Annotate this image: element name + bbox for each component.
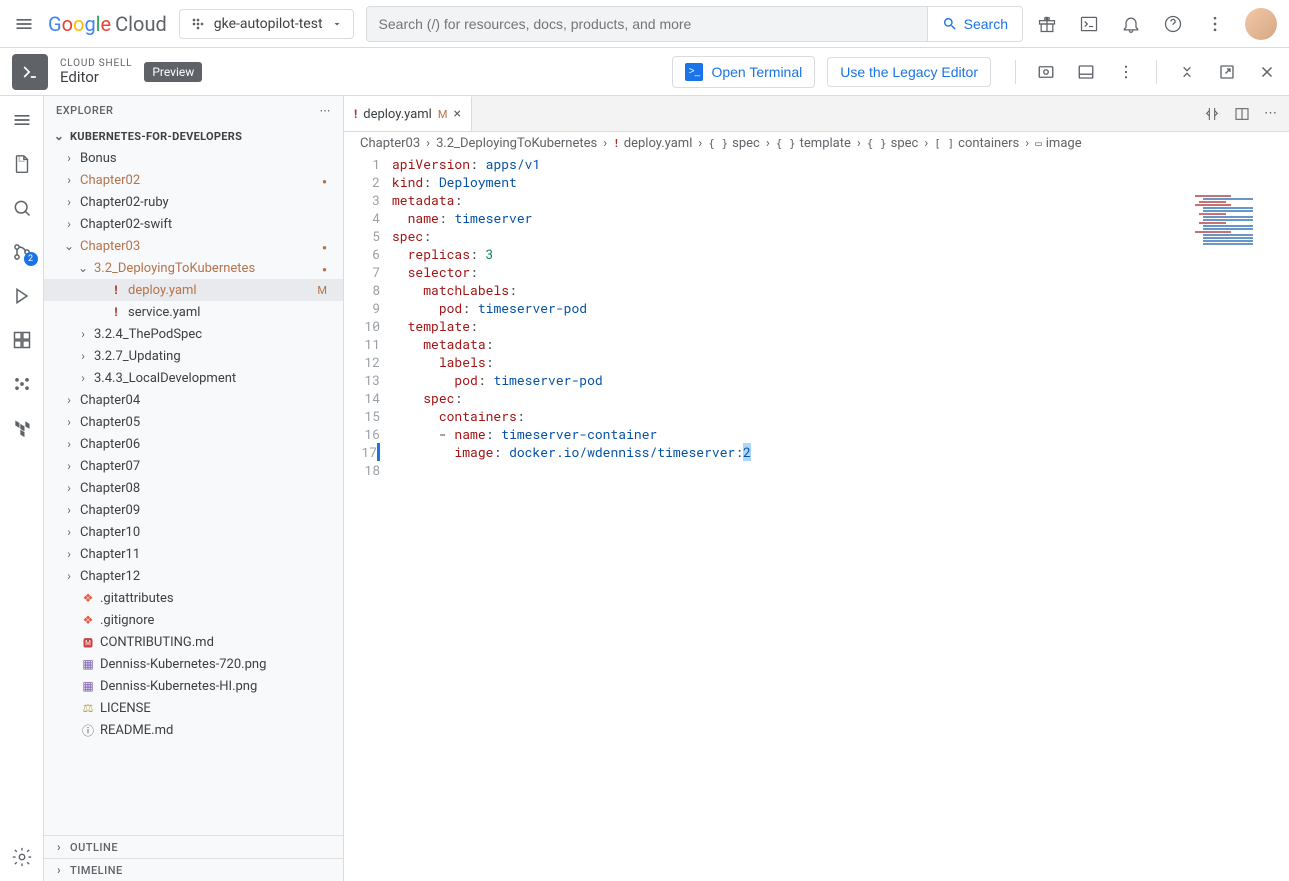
more-icon[interactable]	[1203, 12, 1227, 36]
help-icon[interactable]	[1161, 12, 1185, 36]
breadcrumb-segment[interactable]: Chapter03	[360, 136, 420, 151]
tree-file[interactable]: !service.yaml	[44, 301, 343, 323]
tree-file[interactable]: ▦Denniss-Kubernetes-720.png	[44, 653, 343, 675]
explorer-sidebar: EXPLORER ⋯ ⌄ KUBERNETES-FOR-DEVELOPERS ›…	[44, 96, 344, 881]
code-editor[interactable]: 123456789101112131415161718 apiVersion: …	[344, 155, 1289, 881]
tree-file[interactable]: 🅼CONTRIBUTING.md	[44, 631, 343, 653]
cloud-shell-ribbon: CLOUD SHELL Editor Preview >_ Open Termi…	[0, 48, 1289, 96]
tree-folder[interactable]: ›Chapter02-swift	[44, 213, 343, 235]
breadcrumbs[interactable]: Chapter03 3.2_DeployingToKubernetes !deplo…	[344, 132, 1289, 155]
tree-folder[interactable]: ›Chapter09	[44, 499, 343, 521]
search-button[interactable]: Search	[928, 6, 1023, 42]
tree-folder[interactable]: ›3.2.4_ThePodSpec	[44, 323, 343, 345]
tree-folder[interactable]: ⌄3.2_DeployingToKubernetes	[44, 257, 343, 279]
run-debug-icon[interactable]	[10, 284, 34, 308]
tree-folder[interactable]: ›Chapter04	[44, 389, 343, 411]
notifications-icon[interactable]	[1119, 12, 1143, 36]
gift-icon[interactable]	[1035, 12, 1059, 36]
tab-deploy-yaml[interactable]: ! deploy.yaml M ×	[344, 96, 472, 131]
header-actions	[1035, 8, 1277, 40]
tree-folder[interactable]: ›Chapter11	[44, 543, 343, 565]
terminal-icon: >_	[685, 63, 703, 81]
avatar[interactable]	[1245, 8, 1277, 40]
menu-toggle-icon[interactable]	[10, 108, 34, 132]
explorer-header: EXPLORER ⋯	[44, 96, 343, 125]
tree-folder[interactable]: ›Chapter10	[44, 521, 343, 543]
outline-section[interactable]: ›OUTLINE	[44, 835, 343, 858]
tab-bar: ! deploy.yaml M × ⋯	[344, 96, 1289, 132]
tab-close-icon[interactable]: ×	[453, 106, 460, 122]
file-tree: ›Bonus›Chapter02›Chapter02-ruby›Chapter0…	[44, 147, 343, 835]
search-icon	[942, 16, 958, 32]
activity-bar: 2	[0, 96, 44, 881]
tree-folder[interactable]: ›3.2.7_Updating	[44, 345, 343, 367]
breadcrumb-segment[interactable]: { }spec	[708, 136, 760, 151]
terraform-icon[interactable]	[10, 416, 34, 440]
top-header: Google Cloud gke-autopilot-test Search	[0, 0, 1289, 48]
breadcrumb-segment[interactable]: [ ]containers	[934, 136, 1019, 151]
tree-folder[interactable]: ⌄Chapter03	[44, 235, 343, 257]
tree-folder[interactable]: ›Chapter12	[44, 565, 343, 587]
project-name: gke-autopilot-test	[214, 16, 323, 32]
search-activity-icon[interactable]	[10, 196, 34, 220]
layout-icon[interactable]	[1076, 62, 1096, 82]
timeline-section[interactable]: ›TIMELINE	[44, 858, 343, 881]
project-icon	[190, 16, 206, 32]
open-terminal-button[interactable]: >_ Open Terminal	[672, 56, 815, 88]
tree-folder[interactable]: ›Chapter06	[44, 433, 343, 455]
tree-file[interactable]: ⚖LICENSE	[44, 697, 343, 719]
more-vert-icon[interactable]	[1116, 62, 1136, 82]
legacy-editor-button[interactable]: Use the Legacy Editor	[827, 57, 991, 87]
cloud-code-icon[interactable]	[10, 372, 34, 396]
source-control-icon[interactable]: 2	[10, 240, 34, 264]
tree-file[interactable]: !deploy.yamlM	[44, 279, 343, 301]
breadcrumb-segment[interactable]: ▭image	[1035, 136, 1081, 151]
tree-file[interactable]: ▦Denniss-Kubernetes-HI.png	[44, 675, 343, 697]
close-icon[interactable]	[1257, 62, 1277, 82]
split-editor-icon[interactable]	[1234, 106, 1250, 122]
open-new-window-icon[interactable]	[1217, 62, 1237, 82]
shell-icon	[12, 54, 48, 90]
settings-gear-icon[interactable]	[10, 845, 34, 869]
explorer-icon[interactable]	[10, 152, 34, 176]
editor-area: ! deploy.yaml M × ⋯ Chapter03 3.2_Deployi…	[344, 96, 1289, 881]
tree-folder[interactable]: ›Bonus	[44, 147, 343, 169]
tree-file[interactable]: ❖.gitignore	[44, 609, 343, 631]
tree-folder[interactable]: ›Chapter07	[44, 455, 343, 477]
workspace-root[interactable]: ⌄ KUBERNETES-FOR-DEVELOPERS	[44, 125, 343, 147]
tree-folder[interactable]: ›Chapter02	[44, 169, 343, 191]
menu-icon[interactable]	[12, 12, 36, 36]
tree-file[interactable]: ⓘREADME.md	[44, 719, 343, 741]
breadcrumb-segment[interactable]: !deploy.yaml	[613, 136, 692, 151]
collapse-icon[interactable]	[1177, 62, 1197, 82]
web-preview-icon[interactable]	[1036, 62, 1056, 82]
search-container: Search	[366, 6, 1023, 42]
project-selector[interactable]: gke-autopilot-test	[179, 9, 354, 39]
tree-folder[interactable]: ›Chapter08	[44, 477, 343, 499]
search-input[interactable]	[366, 6, 928, 42]
explorer-more-icon[interactable]: ⋯	[320, 104, 332, 117]
tree-file[interactable]: ❖.gitattributes	[44, 587, 343, 609]
breadcrumb-segment[interactable]: { }spec	[867, 136, 919, 151]
yaml-icon: !	[354, 107, 357, 121]
tree-folder[interactable]: ›Chapter02-ruby	[44, 191, 343, 213]
tree-folder[interactable]: ›Chapter05	[44, 411, 343, 433]
breadcrumb-segment[interactable]: 3.2_DeployingToKubernetes	[436, 136, 597, 151]
preview-badge: Preview	[144, 62, 202, 82]
scm-badge: 2	[24, 252, 38, 266]
breadcrumb-segment[interactable]: { }template	[776, 136, 851, 151]
editor-more-icon[interactable]: ⋯	[1264, 106, 1277, 121]
extensions-icon[interactable]	[10, 328, 34, 352]
chevron-down-icon	[331, 18, 343, 30]
shell-label: CLOUD SHELL Editor	[60, 58, 132, 86]
cloud-shell-icon[interactable]	[1077, 12, 1101, 36]
google-cloud-logo[interactable]: Google Cloud	[48, 12, 167, 36]
tree-folder[interactable]: ›3.4.3_LocalDevelopment	[44, 367, 343, 389]
compare-icon[interactable]	[1204, 106, 1220, 122]
